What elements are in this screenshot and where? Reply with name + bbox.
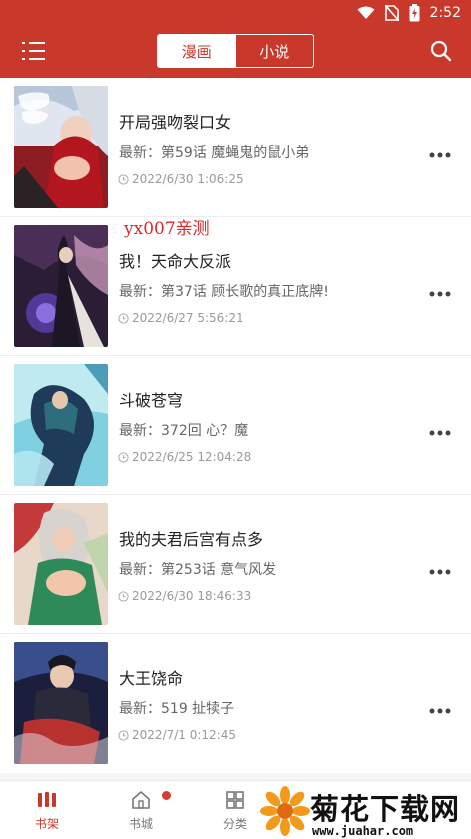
chrysanthemum-icon: [260, 786, 310, 836]
tab-categories-label: 分类: [222, 817, 247, 831]
comic-cover: [14, 86, 108, 208]
status-bar: 2:52: [0, 0, 471, 26]
latest-label: 最新：: [119, 423, 161, 439]
tab-bookshelf-label: 书架: [34, 817, 59, 831]
comic-cover: [14, 503, 108, 625]
list-item[interactable]: 斗破苍穹 最新： 372回 心？魔 2022/6/25 12:04:28: [0, 356, 471, 495]
no-sim-icon: [384, 5, 399, 21]
more-options-icon[interactable]: [429, 144, 451, 158]
bookshelf-icon: [38, 792, 56, 807]
update-time-text: 2022/6/30 18:46:33: [132, 589, 252, 603]
update-time-text: 2022/7/1 0:12:45: [132, 728, 236, 742]
update-time: 2022/6/30 1:06:25: [118, 172, 244, 186]
update-time-text: 2022/6/27 5:56:21: [132, 311, 244, 325]
clock-icon: [118, 451, 129, 463]
latest-chapter-text: 第37话 顾长歌的真正底牌!: [161, 284, 329, 300]
update-time: 2022/6/30 18:46:33: [118, 589, 251, 603]
latest-chapter-text: 第59话 魔蝇鬼的鼠小弟: [161, 145, 310, 161]
toolbar: 漫画 小说: [0, 26, 471, 78]
tab-novels[interactable]: 小说: [236, 35, 314, 67]
latest-chapter-text: 372回 心？魔: [161, 423, 249, 439]
category-switch: 漫画 小说: [157, 34, 314, 68]
comic-title: 我的夫君后宫有点多: [119, 530, 264, 549]
logo-url: www.juahar.com: [312, 824, 414, 838]
update-time-text: 2022/6/30 1:06:25: [132, 172, 244, 186]
home-icon: [132, 791, 150, 809]
more-options-icon[interactable]: [429, 283, 451, 297]
tab-bookshelf[interactable]: 书架: [0, 781, 94, 839]
app-header: 2:52 漫画 小说: [0, 0, 471, 78]
latest-chapter-text: 519 扯犊子: [161, 701, 235, 717]
latest-label: 最新：: [119, 562, 161, 578]
battery-icon: [409, 4, 420, 22]
latest-chapter: 最新： 第253话 意气风发: [119, 559, 276, 579]
watermark-text: yx007亲测: [124, 219, 210, 239]
search-icon[interactable]: [429, 39, 453, 63]
comic-title: 斗破苍穹: [119, 391, 184, 410]
latest-chapter-text: 第253话 意气风发: [161, 562, 277, 578]
notification-dot: [162, 791, 171, 800]
list-item[interactable]: 我！天命大反派 最新： 第37话 顾长歌的真正底牌! 2022/6/27 5:5…: [0, 217, 471, 356]
latest-chapter: 最新： 第37话 顾长歌的真正底牌!: [119, 281, 329, 301]
update-time: 2022/6/25 12:04:28: [118, 450, 251, 464]
list-item[interactable]: 大王饶命 最新： 519 扯犊子 2022/7/1 0:12:45: [0, 634, 471, 773]
latest-label: 最新：: [119, 701, 161, 717]
latest-chapter: 最新： 372回 心？魔: [119, 420, 248, 440]
comic-title: 大王饶命: [119, 669, 184, 688]
update-time: 2022/7/1 0:12:45: [118, 728, 236, 742]
comic-cover: [14, 225, 108, 347]
latest-chapter: 最新： 519 扯犊子: [119, 698, 234, 718]
comic-cover: [14, 642, 108, 764]
latest-label: 最新：: [119, 145, 161, 161]
logo-brand: 菊花下载网: [310, 792, 461, 826]
list-item[interactable]: 我的夫君后宫有点多 最新： 第253话 意气风发 2022/6/30 18:46…: [0, 495, 471, 634]
latest-label: 最新：: [119, 284, 161, 300]
clock-icon: [118, 312, 129, 324]
comic-title: 我！天命大反派: [119, 252, 232, 271]
clock-icon: [118, 173, 129, 185]
clock-icon: [118, 729, 129, 741]
latest-chapter: 最新： 第59话 魔蝇鬼的鼠小弟: [119, 142, 309, 162]
comic-cover: [14, 364, 108, 486]
grid-icon: [226, 791, 244, 809]
tab-comics[interactable]: 漫画: [158, 35, 236, 67]
update-time: 2022/6/27 5:56:21: [118, 311, 244, 325]
status-time: 2:52: [429, 5, 461, 21]
menu-icon[interactable]: [22, 40, 48, 62]
clock-icon: [118, 590, 129, 602]
tab-bookstore-label: 书城: [128, 817, 153, 831]
list-item[interactable]: 开局强吻裂口女 最新： 第59话 魔蝇鬼的鼠小弟 2022/6/30 1:06:…: [0, 78, 471, 217]
site-logo: 菊花下载网 www.juahar.com: [258, 784, 471, 839]
wifi-icon: [357, 6, 375, 20]
more-options-icon[interactable]: [429, 700, 451, 714]
more-options-icon[interactable]: [429, 561, 451, 575]
tab-bookstore[interactable]: 书城: [94, 781, 188, 839]
update-time-text: 2022/6/25 12:04:28: [132, 450, 252, 464]
comic-title: 开局强吻裂口女: [119, 113, 232, 132]
more-options-icon[interactable]: [429, 422, 451, 436]
